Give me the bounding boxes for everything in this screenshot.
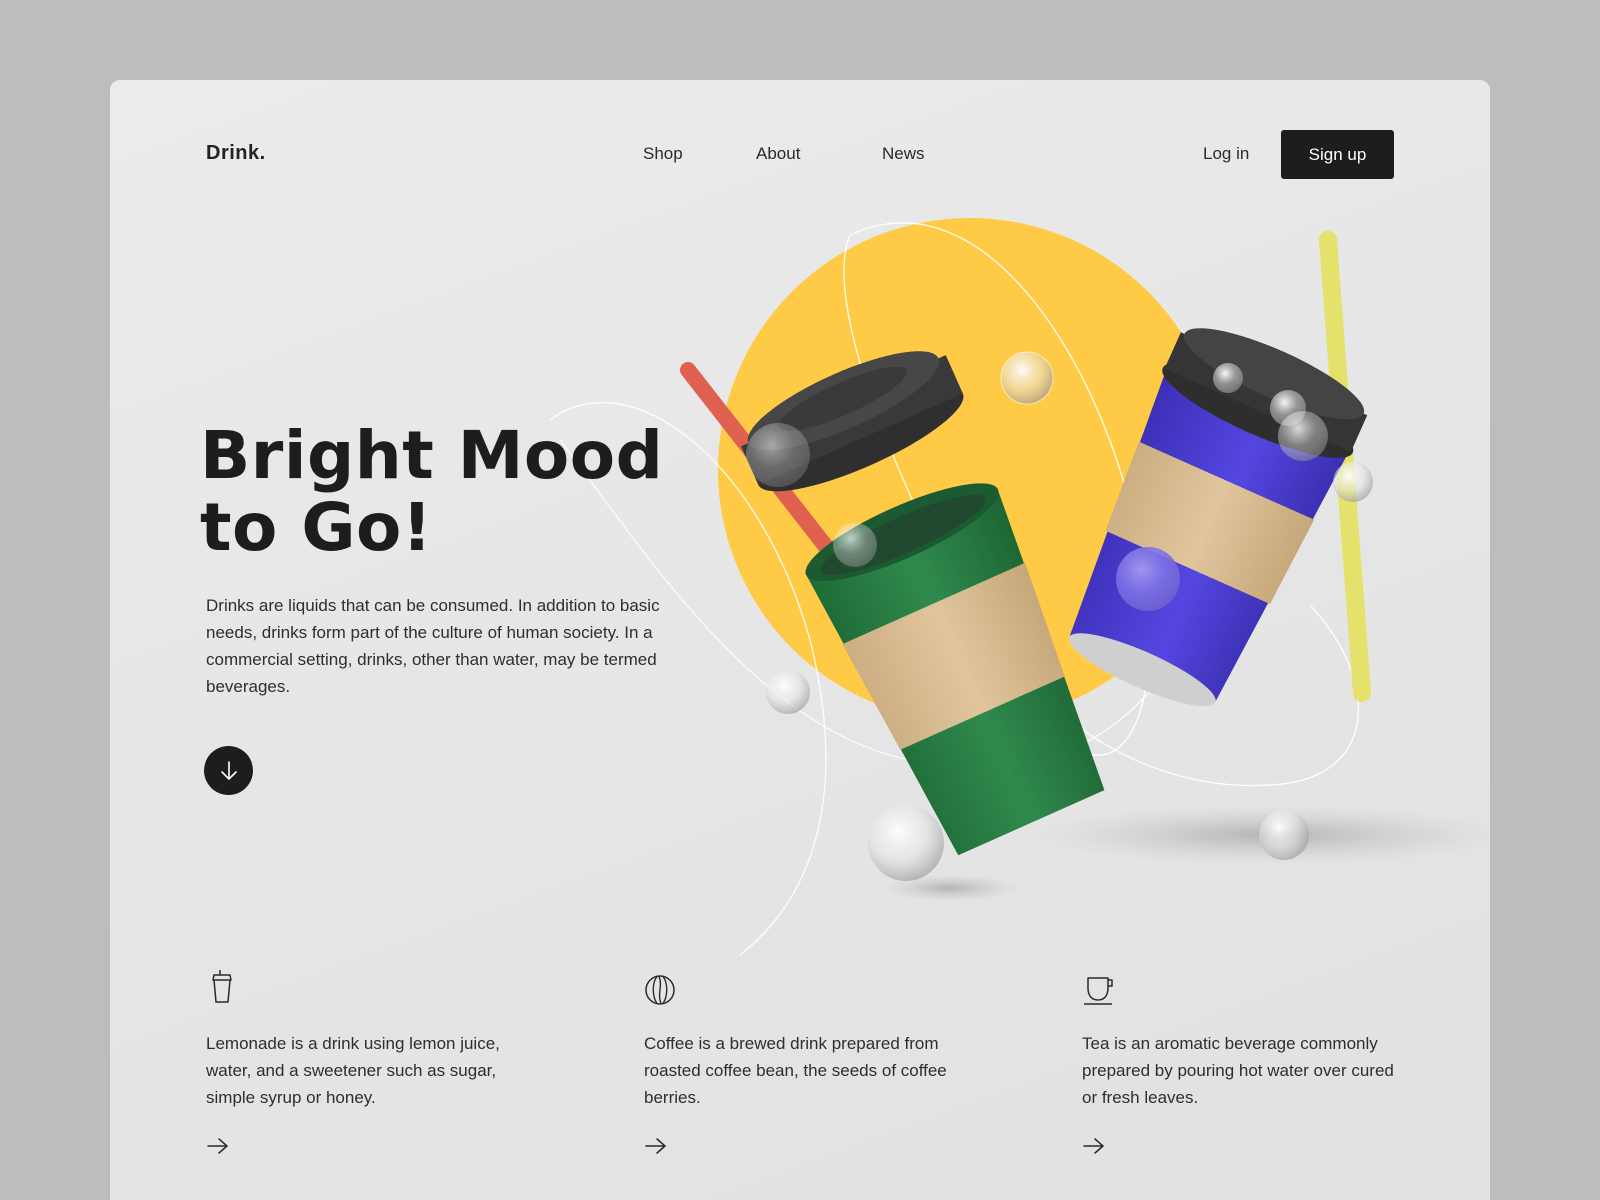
feature-lemonade: Lemonade is a drink using lemon juice, w…	[206, 968, 526, 1154]
coffee-bean-icon	[645, 975, 675, 1005]
feature-tea: Tea is an aromatic beverage commonly pre…	[1082, 968, 1402, 1154]
nav-item-news[interactable]: News	[882, 144, 925, 164]
tea-cup-icon	[1084, 977, 1113, 1005]
hero-headline: Bright Mood to Go!	[200, 420, 760, 564]
floor-shadow	[1030, 805, 1490, 865]
hero-headline-line-1: Bright Mood	[200, 417, 664, 494]
arrow-right-icon[interactable]	[206, 1136, 230, 1156]
glass-bubbles	[746, 351, 1373, 881]
yellow-straw	[1319, 231, 1371, 702]
feature-text: Tea is an aromatic beverage commonly pre…	[1082, 1034, 1394, 1107]
hero-headline-line-2: to Go!	[200, 489, 433, 566]
arrow-down-icon	[220, 760, 237, 780]
scroll-down-button[interactable]	[204, 746, 253, 795]
yellow-circle	[718, 218, 1222, 722]
purple-cup	[1068, 328, 1368, 707]
login-link[interactable]: Log in	[1203, 144, 1249, 164]
nav-item-shop[interactable]: Shop	[643, 144, 683, 164]
feature-coffee: Coffee is a brewed drink prepared from r…	[644, 968, 964, 1154]
arrow-right-icon[interactable]	[644, 1136, 668, 1156]
landing-card: Drink. Shop About News Log in Sign up Br…	[110, 80, 1490, 1200]
signup-button[interactable]: Sign up	[1281, 130, 1394, 179]
feature-text: Lemonade is a drink using lemon juice, w…	[206, 1034, 500, 1107]
orbit-line	[1069, 604, 1360, 787]
hero-description: Drinks are liquids that can be consumed.…	[206, 596, 660, 696]
floor-shadow	[880, 874, 1020, 902]
green-cup	[741, 351, 1105, 856]
nav-item-about[interactable]: About	[756, 144, 800, 164]
feature-text: Coffee is a brewed drink prepared from r…	[644, 1034, 947, 1107]
orbit-line	[843, 222, 1150, 757]
takeaway-cup-icon	[212, 970, 232, 1003]
arrow-right-icon[interactable]	[1082, 1136, 1106, 1156]
